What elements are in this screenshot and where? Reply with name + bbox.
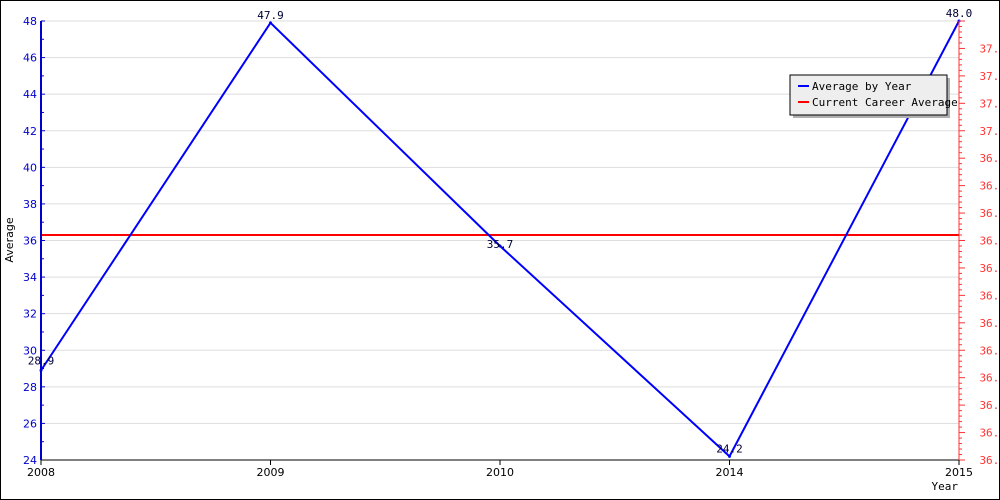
y-right-tick-label: 36.90 [979, 180, 1000, 193]
y-right-tick-label: 36.75 [979, 262, 1000, 275]
y-left-tick-label: 32 [23, 308, 37, 321]
line-chart: 2426283032343638404244464836.4036.4536.5… [3, 7, 1000, 493]
y-right-tick-label: 36.45 [979, 427, 1000, 440]
y-right-tick-label: 37.10 [979, 70, 1000, 83]
y-right-tick-label: 36.55 [979, 372, 1000, 385]
y-left-tick-label: 48 [23, 15, 37, 28]
y-right-tick-label: 36.85 [979, 207, 1000, 220]
y-right-tick-label: 36.80 [979, 235, 1000, 248]
y-right-tick-label: 36.50 [979, 399, 1000, 412]
y-right-tick-label: 36.70 [979, 289, 1000, 302]
x-tick-label: 2015 [945, 466, 973, 479]
x-tick-label: 2010 [486, 466, 514, 479]
data-label: 28.9 [28, 354, 55, 367]
y-left-tick-label: 28 [23, 381, 37, 394]
y-right-tick-label: 36.95 [979, 152, 1000, 165]
y-left-tick-label: 40 [23, 161, 37, 174]
data-label: 24.2 [716, 442, 743, 455]
data-label: 47.9 [257, 9, 284, 22]
data-label: 35.7 [487, 238, 514, 251]
y-right-tick-label: 37.05 [979, 97, 1000, 110]
y-left-tick-label: 44 [23, 88, 37, 101]
y-right-tick-label: 36.40 [979, 454, 1000, 467]
y-axis-label: Average [3, 217, 16, 262]
y-right-tick-label: 37.00 [979, 125, 1000, 138]
data-labels: 28.9 47.9 35.7 24.2 48.0 [28, 7, 973, 455]
y-left-tick-label: 42 [23, 125, 37, 138]
y-right-tick-label: 37.15 [979, 42, 1000, 55]
legend-label-career-average: Current Career Average [812, 96, 958, 109]
data-label: 48.0 [946, 7, 973, 20]
legend: Average by Year Current Career Average [789, 74, 958, 118]
y-left-tick-label: 36 [23, 235, 37, 248]
y-left-tick-label: 26 [23, 417, 37, 430]
y-right-tick-label: 36.60 [979, 344, 1000, 357]
x-axis-label: Year [932, 480, 959, 493]
x-tick-label: 2014 [716, 466, 744, 479]
y-right-tick-label: 36.65 [979, 317, 1000, 330]
x-tick-label: 2009 [257, 466, 285, 479]
y-left-tick-label: 46 [23, 52, 37, 65]
y-left-tick-label: 34 [23, 271, 37, 284]
x-tick-label: 2008 [27, 466, 55, 479]
legend-label-average-by-year: Average by Year [812, 80, 912, 93]
y-left-tick-label: 38 [23, 198, 37, 211]
